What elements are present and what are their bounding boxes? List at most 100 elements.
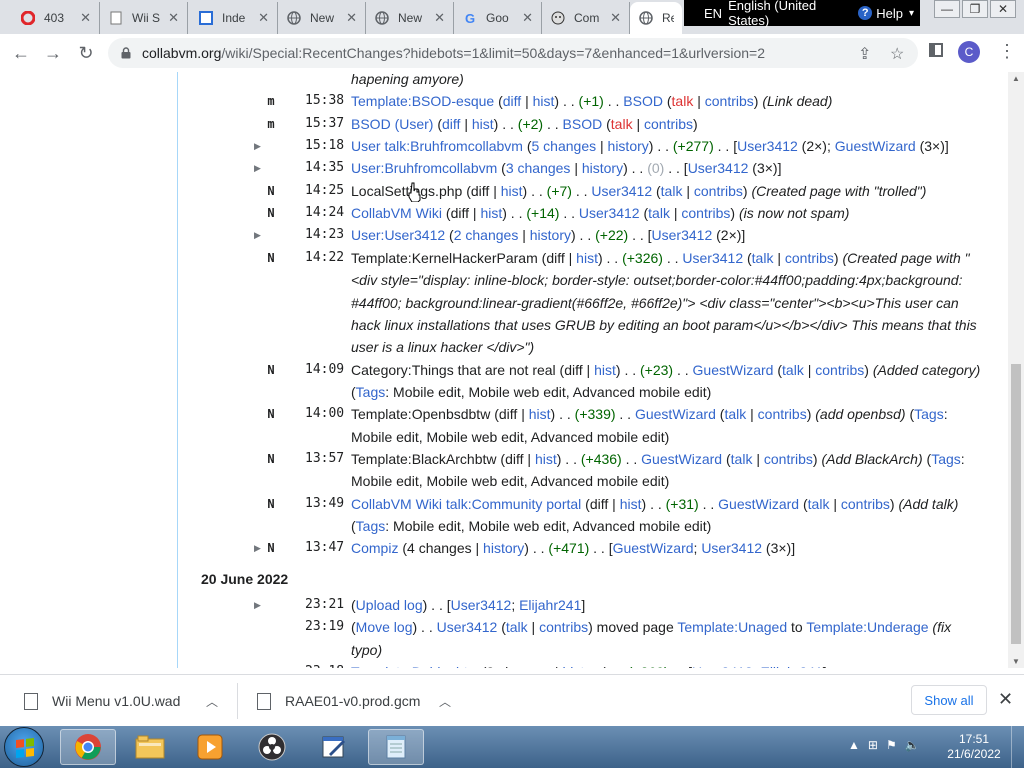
wiki-link[interactable]: User3412	[451, 597, 512, 613]
notepad-taskbar-button[interactable]	[368, 729, 424, 765]
wiki-link[interactable]: hist	[480, 205, 502, 221]
wiki-link[interactable]: CollabVM Wiki	[351, 205, 442, 221]
wiki-link[interactable]: Tags	[356, 518, 386, 534]
back-button[interactable]: ←	[10, 42, 32, 64]
wiki-link[interactable]: User3412	[682, 250, 743, 266]
tab-4[interactable]: New ✕	[278, 2, 366, 34]
wiki-link[interactable]: CollabVM Wiki talk:Community portal	[351, 496, 581, 512]
wiki-link[interactable]: contribs	[815, 362, 864, 378]
chevron-up-icon[interactable]: ︿	[439, 693, 451, 710]
minimize-button[interactable]: —	[934, 0, 960, 18]
wiki-link[interactable]: Move log	[356, 619, 413, 635]
explorer-taskbar-button[interactable]	[122, 729, 178, 765]
tab-close-icon[interactable]: ✕	[258, 10, 269, 26]
tray-expand-icon[interactable]: ▲	[848, 738, 860, 752]
wiki-link[interactable]: contribs	[539, 619, 588, 635]
chevron-up-icon[interactable]: ︿	[206, 693, 218, 710]
download-item[interactable]: RAAE01-v0.prod.gcm ︿	[257, 675, 457, 727]
wiki-link[interactable]: diff	[471, 183, 489, 199]
scroll-up-icon[interactable]: ▲	[1012, 74, 1020, 83]
tab-close-icon[interactable]: ✕	[168, 10, 179, 26]
wiki-link[interactable]: User3412	[701, 540, 762, 556]
wiki-link[interactable]: talk	[731, 451, 753, 467]
tab-close-icon[interactable]: ✕	[610, 10, 621, 26]
tab-close-icon[interactable]: ✕	[434, 10, 445, 26]
wiki-link[interactable]: contribs	[785, 250, 834, 266]
wiki-link[interactable]: BSOD	[623, 93, 663, 109]
wiki-link[interactable]: User talk:Bruhfromcollabvm	[351, 138, 523, 154]
wiki-link[interactable]: diff	[442, 116, 460, 132]
flag-icon[interactable]: ⚑	[886, 738, 897, 752]
wiki-link[interactable]: history	[582, 160, 623, 176]
wiki-link[interactable]: diff	[503, 93, 521, 109]
download-item[interactable]: Wii Menu v1.0U.wad ︿	[24, 675, 224, 727]
wiki-link[interactable]: Elijahr241	[519, 597, 581, 613]
wiki-link[interactable]: Template:Debianbtw	[351, 664, 478, 668]
wiki-link[interactable]: GuestWizard	[718, 496, 799, 512]
expand-arrow-icon[interactable]: ▶	[254, 594, 261, 616]
wiki-link[interactable]: Template:Underage	[806, 619, 928, 635]
reload-button[interactable]: ↻	[75, 42, 97, 64]
wiki-link[interactable]: diff	[546, 250, 564, 266]
wiki-link[interactable]: Template:KernelHackerParam	[351, 250, 538, 266]
forward-button[interactable]: →	[42, 42, 64, 64]
wiki-link[interactable]: 5 changes	[532, 138, 597, 154]
tab-close-icon[interactable]: ✕	[522, 10, 533, 26]
wiki-link[interactable]: GuestWizard	[635, 406, 716, 422]
wiki-link[interactable]: talk	[648, 205, 670, 221]
editor-taskbar-button[interactable]	[306, 729, 362, 765]
show-desktop-button[interactable]	[1011, 726, 1024, 768]
wiki-link[interactable]: contribs	[705, 93, 754, 109]
address-bar[interactable]: collabvm.org/wiki/Special:RecentChanges?…	[108, 38, 918, 68]
wiki-link[interactable]: GuestWizard	[835, 138, 916, 154]
wiki-link[interactable]: history	[530, 227, 571, 243]
wiki-link[interactable]: Elijahr241	[760, 664, 822, 668]
tab-close-icon[interactable]: ✕	[346, 10, 357, 26]
wiki-link[interactable]: contribs	[644, 116, 693, 132]
wiki-link[interactable]: User3412	[579, 205, 640, 221]
wiki-link[interactable]: 2 changes	[454, 227, 519, 243]
wiki-link[interactable]: Tags	[914, 406, 944, 422]
media-player-taskbar-button[interactable]	[182, 729, 238, 765]
wiki-link[interactable]: hist	[594, 362, 616, 378]
wiki-link[interactable]: User3412	[437, 619, 498, 635]
wiki-link[interactable]: User3412	[692, 664, 753, 668]
wiki-link[interactable]: hist	[533, 93, 555, 109]
bookmark-star-icon[interactable]: ☆	[890, 44, 904, 64]
obs-taskbar-button[interactable]	[244, 729, 300, 765]
close-window-button[interactable]: ✕	[990, 0, 1016, 18]
wiki-link[interactable]: 3 changes	[506, 160, 571, 176]
red-link[interactable]: talk	[611, 116, 633, 132]
share-icon[interactable]: ⇪	[858, 44, 871, 64]
show-all-button[interactable]: Show all	[911, 685, 987, 715]
wiki-link[interactable]: talk	[808, 496, 830, 512]
wiki-link[interactable]: User3412	[737, 138, 798, 154]
wiki-link[interactable]: GuestWizard	[641, 451, 722, 467]
wiki-link[interactable]: hist	[529, 406, 551, 422]
wiki-link[interactable]: Compiz	[351, 540, 398, 556]
wiki-link[interactable]: contribs	[694, 183, 743, 199]
wiki-link[interactable]: hist	[501, 183, 523, 199]
tab-7[interactable]: Com ✕	[542, 2, 630, 34]
wiki-link[interactable]: diff	[590, 496, 608, 512]
wiki-link[interactable]: GuestWizard	[693, 362, 774, 378]
wiki-link[interactable]: contribs	[758, 406, 807, 422]
tab-3[interactable]: Inde ✕	[190, 2, 278, 34]
wiki-link[interactable]: talk	[661, 183, 683, 199]
language-bar[interactable]: EN English (United States) ? Help ▾	[684, 0, 920, 28]
menu-kebab-icon[interactable]: ⋮	[998, 41, 1016, 62]
wiki-link[interactable]: LocalSettings.php	[351, 183, 462, 199]
tab-1[interactable]: 403 ✕	[12, 2, 100, 34]
wiki-link[interactable]: diff	[505, 451, 523, 467]
wiki-link[interactable]: User3412	[591, 183, 652, 199]
wiki-link[interactable]: contribs	[841, 496, 890, 512]
profile-avatar[interactable]: C	[958, 41, 980, 63]
wiki-link[interactable]: Tags	[931, 451, 961, 467]
wiki-link[interactable]: history	[608, 138, 649, 154]
wiki-link[interactable]: history	[562, 664, 603, 668]
wiki-link[interactable]: diff	[451, 205, 469, 221]
wiki-link[interactable]: contribs	[681, 205, 730, 221]
tab-6[interactable]: G Goo ✕	[454, 2, 542, 34]
restore-button[interactable]: ❐	[962, 0, 988, 18]
clock[interactable]: 17:51 21/6/2022	[944, 732, 1004, 762]
